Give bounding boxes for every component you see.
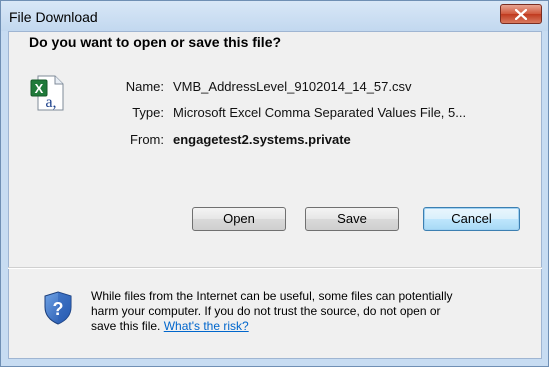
- whats-the-risk-link[interactable]: What's the risk?: [164, 319, 249, 333]
- window-title: File Download: [9, 9, 98, 25]
- from-label: From:: [130, 132, 164, 147]
- svg-text:?: ?: [53, 299, 64, 319]
- warning-line-3-text: save this file.: [91, 319, 161, 333]
- svg-text:a,: a,: [45, 94, 56, 111]
- close-icon: [515, 9, 527, 20]
- type-label: Type:: [132, 105, 164, 120]
- warning-line-2: harm your computer. If you do not trust …: [91, 304, 441, 318]
- save-button[interactable]: Save: [305, 207, 399, 231]
- open-button[interactable]: Open: [192, 207, 286, 231]
- name-label: Name:: [125, 79, 164, 94]
- cancel-button[interactable]: Cancel: [423, 207, 520, 231]
- close-button[interactable]: [500, 4, 542, 24]
- warning-line-3: save this file. What's the risk?: [91, 319, 531, 334]
- type-value: Microsoft Excel Comma Separated Values F…: [173, 105, 467, 120]
- dialog-question: Do you want to open or save this file?: [29, 34, 282, 50]
- excel-csv-file-icon: X a,: [30, 75, 64, 111]
- file-download-dialog: File Download Do you want to open or sav…: [0, 0, 549, 367]
- security-warning-text: While files from the Internet can be use…: [91, 289, 531, 334]
- divider: [8, 267, 542, 269]
- svg-text:X: X: [35, 81, 44, 96]
- from-value: engagetest2.systems.private: [173, 132, 351, 147]
- warning-line-1: While files from the Internet can be use…: [91, 289, 453, 303]
- security-shield-question-icon: ?: [44, 291, 72, 325]
- name-value: VMB_AddressLevel_9102014_14_57.csv: [173, 79, 412, 94]
- title-bar[interactable]: File Download: [1, 1, 548, 31]
